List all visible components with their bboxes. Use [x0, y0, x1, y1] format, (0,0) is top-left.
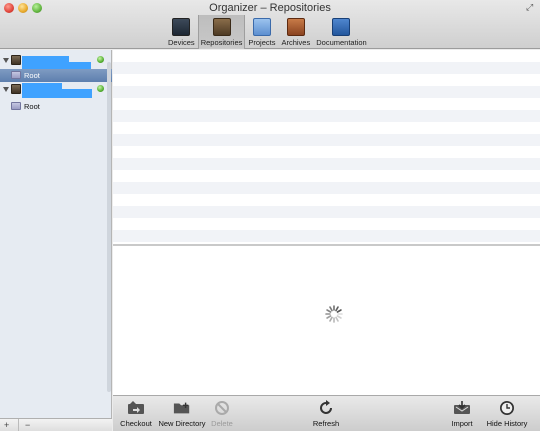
history-row[interactable]: [113, 62, 540, 74]
new-directory-button[interactable]: New Directory: [157, 396, 207, 431]
repositories-icon: [212, 18, 231, 36]
refresh-button[interactable]: Refresh: [311, 396, 341, 431]
clock-icon: [498, 400, 516, 416]
history-row[interactable]: [113, 122, 540, 134]
archives-icon: [286, 18, 305, 36]
file-browser-pane: [113, 246, 540, 395]
window-title: Organizer – Repositories: [209, 2, 331, 14]
checkout-button[interactable]: Checkout: [119, 396, 153, 431]
tab-label: Projects: [248, 38, 276, 47]
history-row[interactable]: [113, 146, 540, 158]
history-row[interactable]: [113, 170, 540, 182]
fullscreen-icon[interactable]: ⤢: [526, 2, 536, 12]
import-icon: [453, 400, 471, 416]
history-row[interactable]: [113, 206, 540, 218]
refresh-label: Refresh: [312, 419, 340, 428]
history-row[interactable]: [113, 74, 540, 86]
repository-item[interactable]: [0, 54, 112, 71]
new-directory-label: New Directory: [158, 419, 206, 428]
checkout-icon: [127, 400, 145, 416]
commit-history-list[interactable]: [113, 50, 540, 244]
tab-label: Archives: [281, 38, 311, 47]
status-ok-icon: [97, 85, 104, 92]
import-label: Import: [451, 419, 473, 428]
root-label: Root: [24, 102, 40, 111]
checkout-label: Checkout: [120, 419, 152, 428]
tab-label: Repositories: [200, 38, 243, 47]
hide-history-label: Hide History: [486, 419, 528, 428]
history-row[interactable]: [113, 230, 540, 242]
title-toolbar: Organizer – Repositories ⤢ Devices Repos…: [0, 0, 540, 49]
repository-icon: [11, 84, 21, 94]
spinner-spoke: [329, 306, 333, 312]
tab-label: Documentation: [316, 38, 367, 47]
folder-icon: [11, 71, 21, 79]
folder-icon: [11, 102, 21, 110]
history-row[interactable]: [113, 134, 540, 146]
spinner-spoke: [335, 306, 339, 312]
projects-icon: [252, 18, 271, 36]
loading-spinner-icon: [325, 305, 343, 323]
history-row[interactable]: [113, 50, 540, 62]
history-row[interactable]: [113, 194, 540, 206]
spinner-spoke: [335, 316, 339, 322]
sidebar-bottom-bar: + −: [0, 418, 112, 431]
organizer-window: Organizer – Repositories ⤢ Devices Repos…: [0, 0, 540, 431]
spinner-spoke: [326, 315, 332, 319]
root-label: Root: [24, 71, 40, 80]
repositories-sidebar: Root Root + −: [0, 50, 112, 431]
root-directory-item[interactable]: Root: [0, 100, 112, 113]
sidebar-scrollbar[interactable]: [106, 62, 112, 392]
spinner-spoke: [336, 315, 342, 319]
spinner-spoke: [326, 309, 332, 313]
spinner-spoke: [336, 309, 342, 313]
organizer-tabs: Devices Repositories Projects Archives D…: [165, 15, 370, 49]
add-repository-button[interactable]: +: [4, 419, 9, 431]
repository-item[interactable]: [0, 83, 112, 98]
tab-documentation[interactable]: Documentation: [313, 15, 369, 49]
delete-label: Delete: [211, 419, 233, 428]
new-folder-icon: [173, 400, 191, 416]
history-row[interactable]: [113, 86, 540, 98]
repository-content: [113, 50, 540, 395]
history-row[interactable]: [113, 158, 540, 170]
tab-devices[interactable]: Devices: [165, 15, 198, 49]
tab-projects[interactable]: Projects: [245, 15, 278, 49]
hide-history-button[interactable]: Hide History: [484, 396, 530, 431]
redacted-repository-name: [22, 89, 92, 98]
disclosure-triangle-icon[interactable]: [3, 87, 9, 92]
history-row[interactable]: [113, 98, 540, 110]
repository-icon: [11, 55, 21, 65]
refresh-icon: [317, 400, 335, 416]
documentation-icon: [332, 18, 351, 36]
history-row[interactable]: [113, 110, 540, 122]
delete-button[interactable]: Delete: [209, 396, 235, 431]
root-directory-item[interactable]: Root: [0, 69, 112, 82]
disclosure-triangle-icon[interactable]: [3, 58, 9, 63]
import-button[interactable]: Import: [447, 396, 477, 431]
history-row[interactable]: [113, 218, 540, 230]
devices-icon: [172, 18, 191, 36]
remove-repository-button[interactable]: −: [18, 419, 30, 431]
tab-label: Devices: [168, 38, 195, 47]
delete-icon: [213, 400, 231, 416]
history-row[interactable]: [113, 182, 540, 194]
tab-archives[interactable]: Archives: [278, 15, 313, 49]
spinner-spoke: [329, 316, 333, 322]
repository-action-bar: Checkout New Directory Delete Refresh Im…: [113, 395, 540, 431]
status-ok-icon: [97, 56, 104, 63]
repository-list: Root Root: [0, 50, 112, 402]
tab-repositories[interactable]: Repositories: [197, 15, 246, 49]
